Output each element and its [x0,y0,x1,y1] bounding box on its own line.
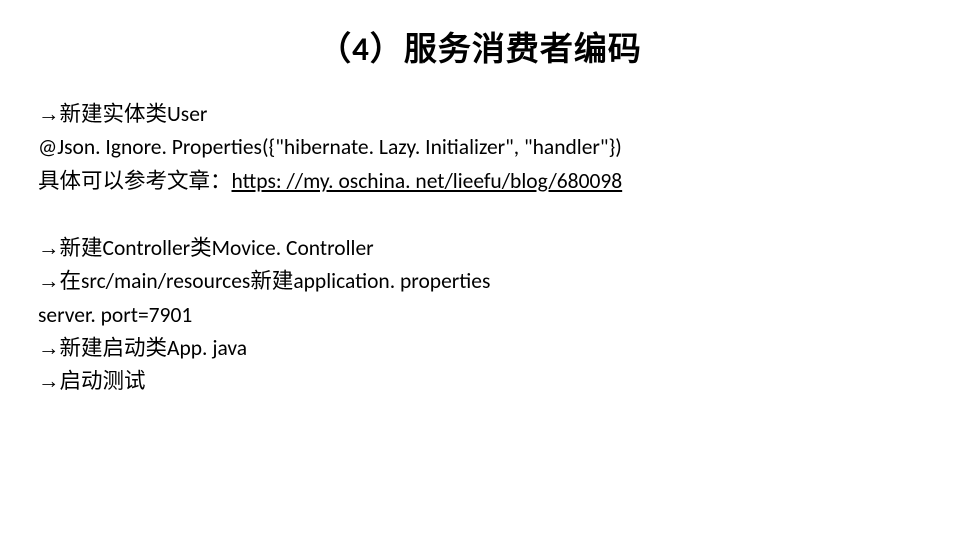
line: →新建启动类App. java [38,332,922,365]
text: 具体可以参考文章： [38,168,232,194]
arrow-icon: → [38,269,60,293]
line: 具体可以参考文章：https: //my. oschina. net/lieef… [38,165,922,198]
text: 新建启动类App. java [60,335,248,361]
text: @Json. Ignore. Properties({"hibernate. L… [38,134,622,160]
text: 新建Controller类Movice. Controller [60,235,374,261]
paragraph-1: →新建实体类User @Json. Ignore. Properties({"h… [38,98,922,198]
spacer [38,198,922,232]
line: →启动测试 [38,365,922,398]
text: server. port=7901 [38,302,192,328]
text: 新建实体类User [60,101,208,127]
slide: （4）服务消费者编码 →新建实体类User @Json. Ignore. Pro… [0,0,960,540]
arrow-icon: → [38,369,60,393]
line: →新建Controller类Movice. Controller [38,232,922,265]
line: →新建实体类User [38,98,922,131]
line: →在src/main/resources新建application. prope… [38,265,922,298]
paragraph-2: →新建Controller类Movice. Controller →在src/m… [38,232,922,399]
arrow-icon: → [38,102,60,126]
text: 在src/main/resources新建application. proper… [60,268,491,294]
slide-title: （4）服务消费者编码 [38,22,922,70]
reference-link[interactable]: https: //my. oschina. net/lieefu/blog/68… [232,168,623,194]
text: 启动测试 [60,368,146,394]
arrow-icon: → [38,336,60,360]
line: @Json. Ignore. Properties({"hibernate. L… [38,131,922,164]
line: server. port=7901 [38,299,922,332]
arrow-icon: → [38,236,60,260]
